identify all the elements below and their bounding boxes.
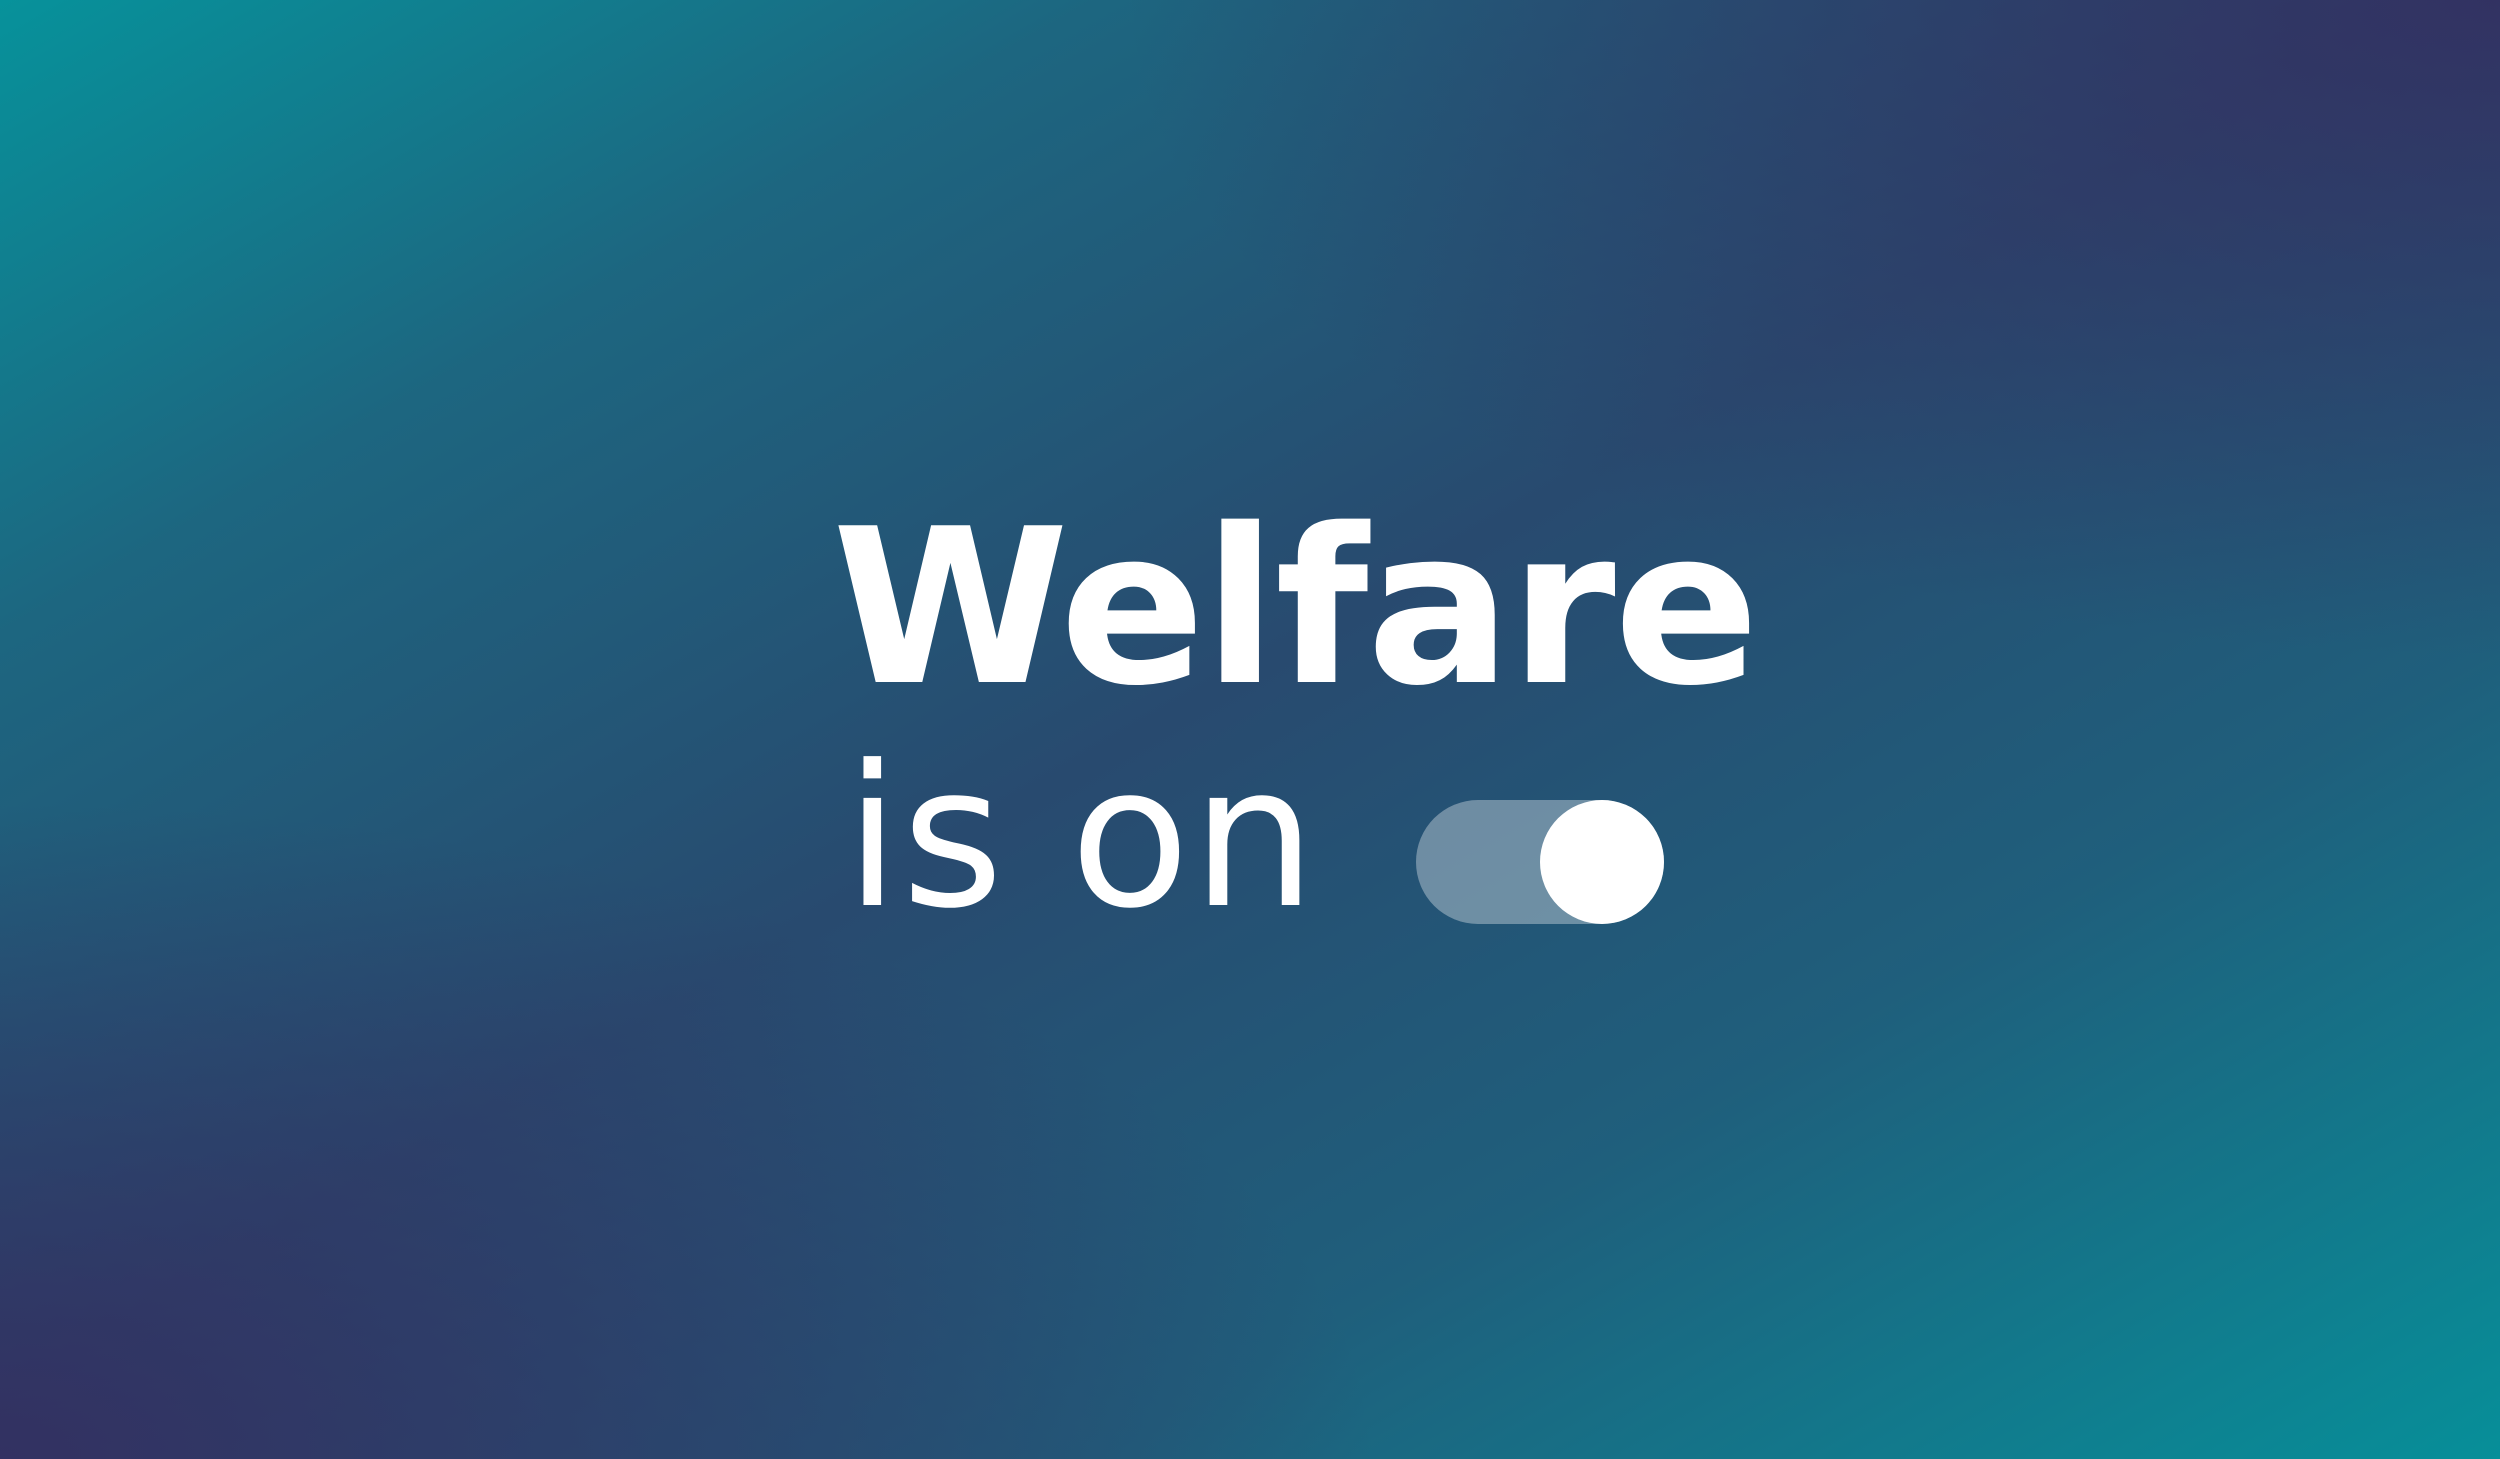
headline-title: Welfare [832,482,1759,733]
headline-subtitle: is on [845,724,1319,952]
welfare-toggle-switch[interactable] [1416,800,1664,924]
toggle-knob [1540,800,1664,924]
